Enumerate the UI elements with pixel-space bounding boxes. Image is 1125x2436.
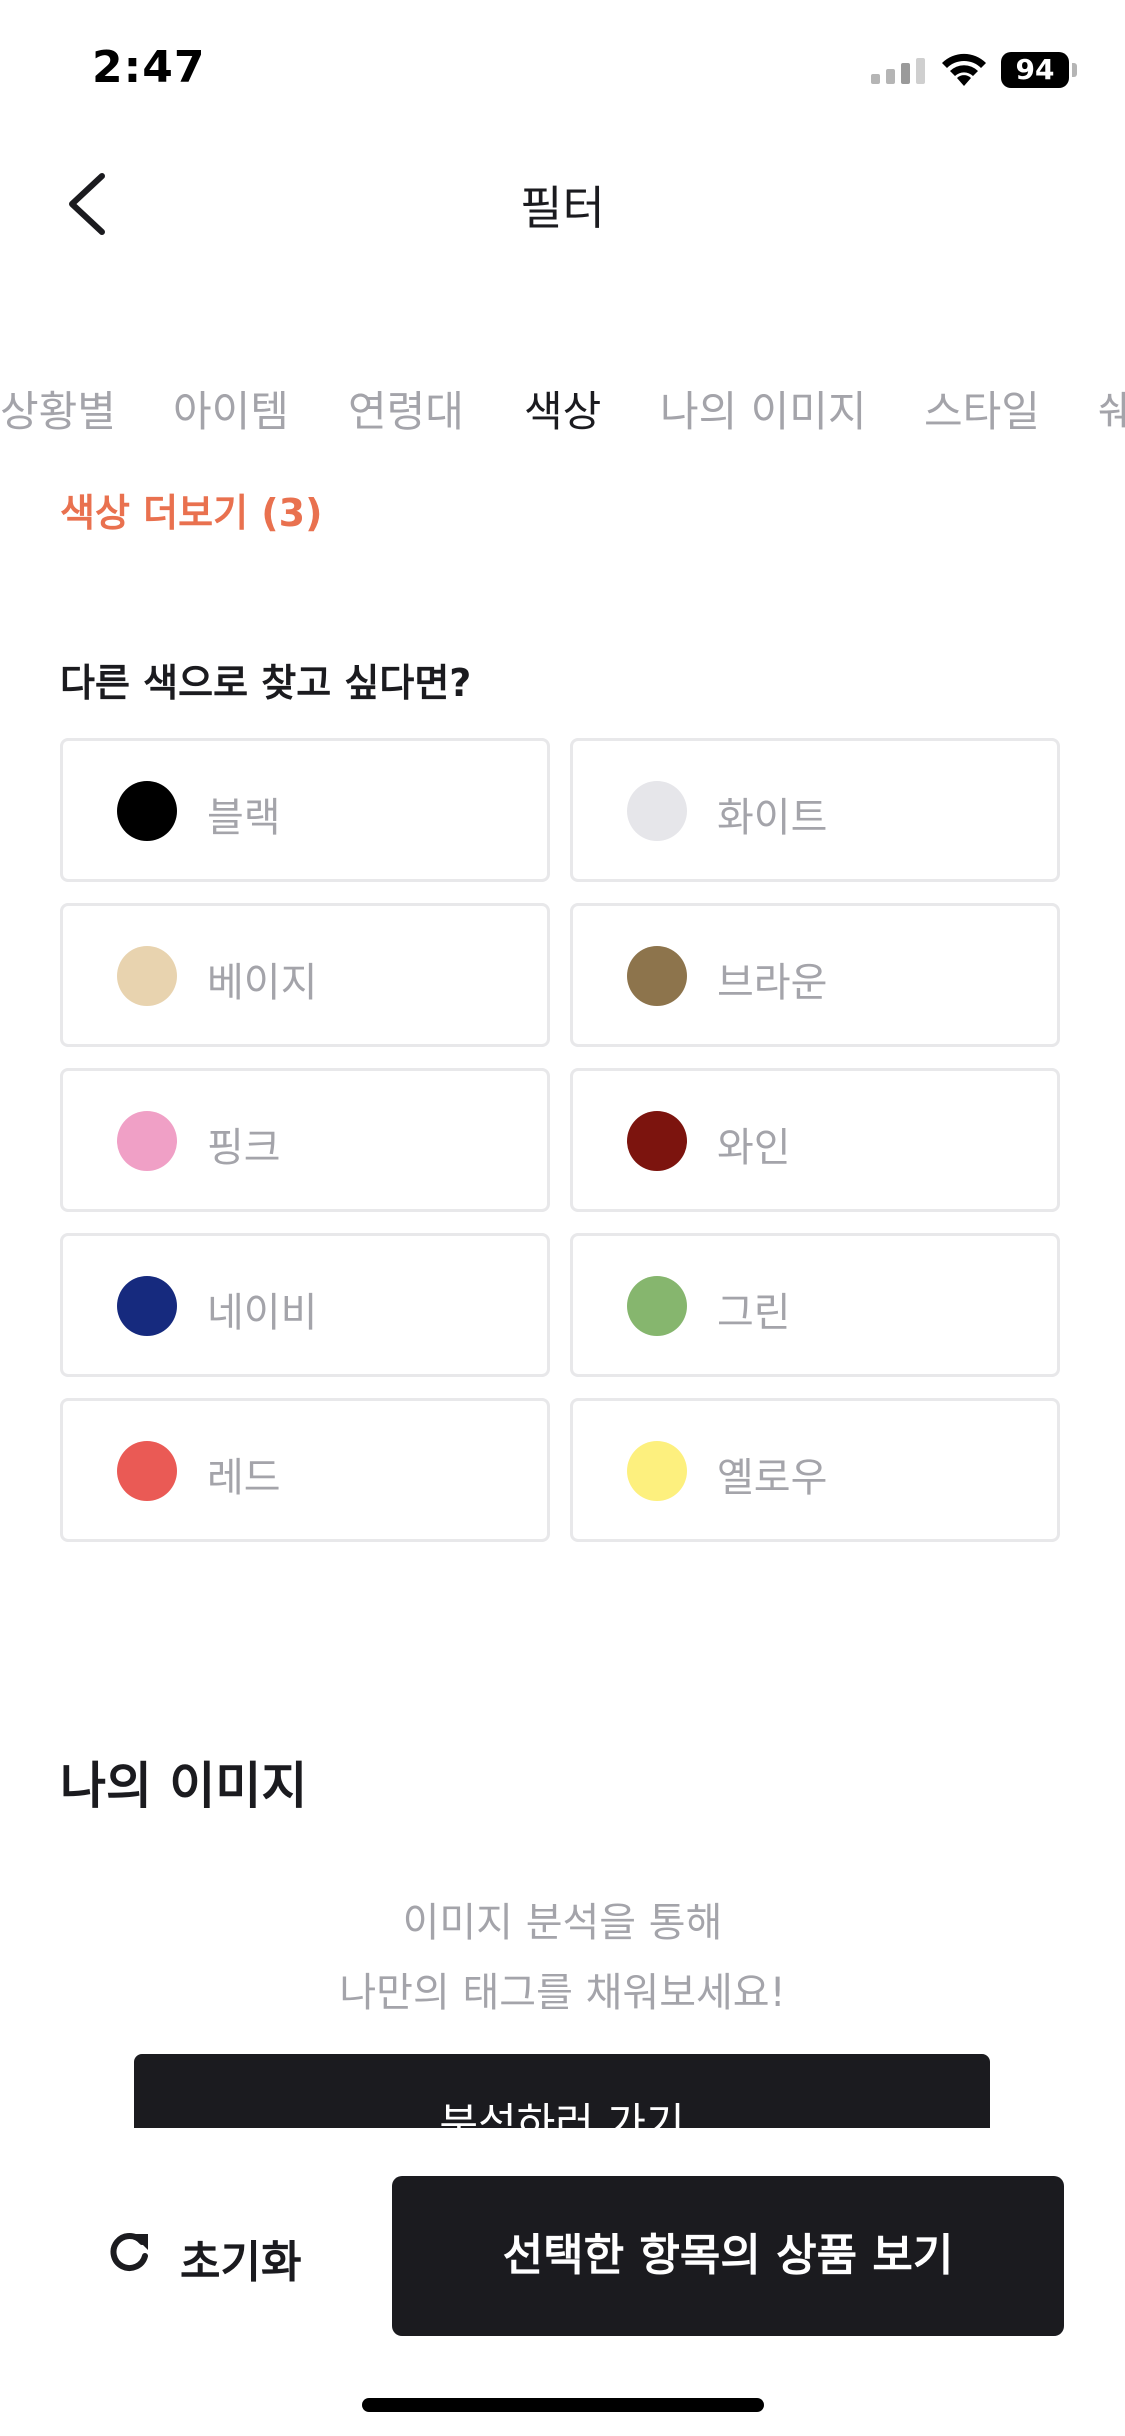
color-chip-wine[interactable]: 와인 xyxy=(570,1068,1060,1212)
category-tabs: 상황별 아이템 연령대 색상 나의 이미지 스타일 쉐 xyxy=(0,378,1125,448)
color-label: 베이지 xyxy=(207,960,318,1006)
color-chip-brown[interactable]: 브라운 xyxy=(570,903,1060,1047)
tab-item[interactable]: 아이템 xyxy=(173,378,289,439)
my-image-title: 나의 이미지 xyxy=(60,1757,308,1815)
battery-level: 94 xyxy=(1001,52,1069,88)
color-label: 와인 xyxy=(717,1125,791,1171)
show-products-button[interactable]: 선택한 항목의 상품 보기 xyxy=(392,2176,1064,2336)
tab-age[interactable]: 연령대 xyxy=(348,378,464,439)
color-chip-white[interactable]: 화이트 xyxy=(570,738,1060,882)
color-swatch xyxy=(627,1276,687,1336)
bottom-bar: 초기화 선택한 항목의 상품 보기 xyxy=(0,2128,1125,2436)
status-time: 2:47 xyxy=(92,42,206,93)
color-chip-green[interactable]: 그린 xyxy=(570,1233,1060,1377)
color-swatch xyxy=(627,1111,687,1171)
home-indicator xyxy=(362,2398,764,2412)
my-image-description: 이미지 분석을 통해 나만의 태그를 채워보세요! xyxy=(0,1888,1125,2028)
reset-button[interactable]: 초기화 xyxy=(100,2198,340,2308)
tab-more[interactable]: 쉐 xyxy=(1098,378,1125,439)
color-swatch xyxy=(627,946,687,1006)
tab-my-image[interactable]: 나의 이미지 xyxy=(660,378,867,439)
color-label: 브라운 xyxy=(717,960,828,1006)
status-bar: 2:47 94 xyxy=(0,0,1125,140)
color-swatch xyxy=(627,781,687,841)
color-label: 핑크 xyxy=(207,1125,281,1171)
color-label: 레드 xyxy=(207,1455,281,1501)
color-label: 그린 xyxy=(717,1290,791,1336)
color-swatch xyxy=(627,1441,687,1501)
color-chip-black[interactable]: 블랙 xyxy=(60,738,550,882)
status-icons: 94 xyxy=(871,50,1081,90)
color-chip-beige[interactable]: 베이지 xyxy=(60,903,550,1047)
color-swatch xyxy=(117,781,177,841)
color-swatch xyxy=(117,946,177,1006)
color-chip-pink[interactable]: 핑크 xyxy=(60,1068,550,1212)
page-title: 필터 xyxy=(520,181,605,235)
color-swatch xyxy=(117,1111,177,1171)
color-chip-navy[interactable]: 네이비 xyxy=(60,1233,550,1377)
tab-color[interactable]: 색상 xyxy=(524,378,601,439)
wifi-icon xyxy=(942,53,986,86)
color-label: 화이트 xyxy=(717,795,828,841)
tab-style[interactable]: 스타일 xyxy=(924,378,1040,439)
refresh-icon xyxy=(110,2233,148,2271)
tab-situation[interactable]: 상황별 xyxy=(0,378,116,439)
color-question: 다른 색으로 찾고 싶다면? xyxy=(60,661,472,705)
color-label: 블랙 xyxy=(207,795,281,841)
color-chip-yellow[interactable]: 옐로우 xyxy=(570,1398,1060,1542)
header: 필터 xyxy=(0,150,1125,260)
color-label: 옐로우 xyxy=(717,1455,828,1501)
more-colors-link[interactable]: 색상 더보기 (3) xyxy=(60,482,322,537)
battery-cap xyxy=(1072,63,1077,77)
color-swatch xyxy=(117,1441,177,1501)
analyze-button[interactable]: 분석하러 가기 xyxy=(134,2054,990,2128)
my-image-description-line1: 이미지 분석을 통해 xyxy=(402,1900,723,1946)
color-chip-red[interactable]: 레드 xyxy=(60,1398,550,1542)
color-label: 네이비 xyxy=(207,1290,318,1336)
color-swatch xyxy=(117,1276,177,1336)
battery-icon: 94 xyxy=(1001,50,1079,88)
analyze-button-clip: 분석하러 가기 xyxy=(134,2054,990,2128)
reset-label: 초기화 xyxy=(180,2237,302,2288)
my-image-description-line2: 나만의 태그를 채워보세요! xyxy=(339,1970,786,2016)
signal-icon xyxy=(871,58,925,84)
